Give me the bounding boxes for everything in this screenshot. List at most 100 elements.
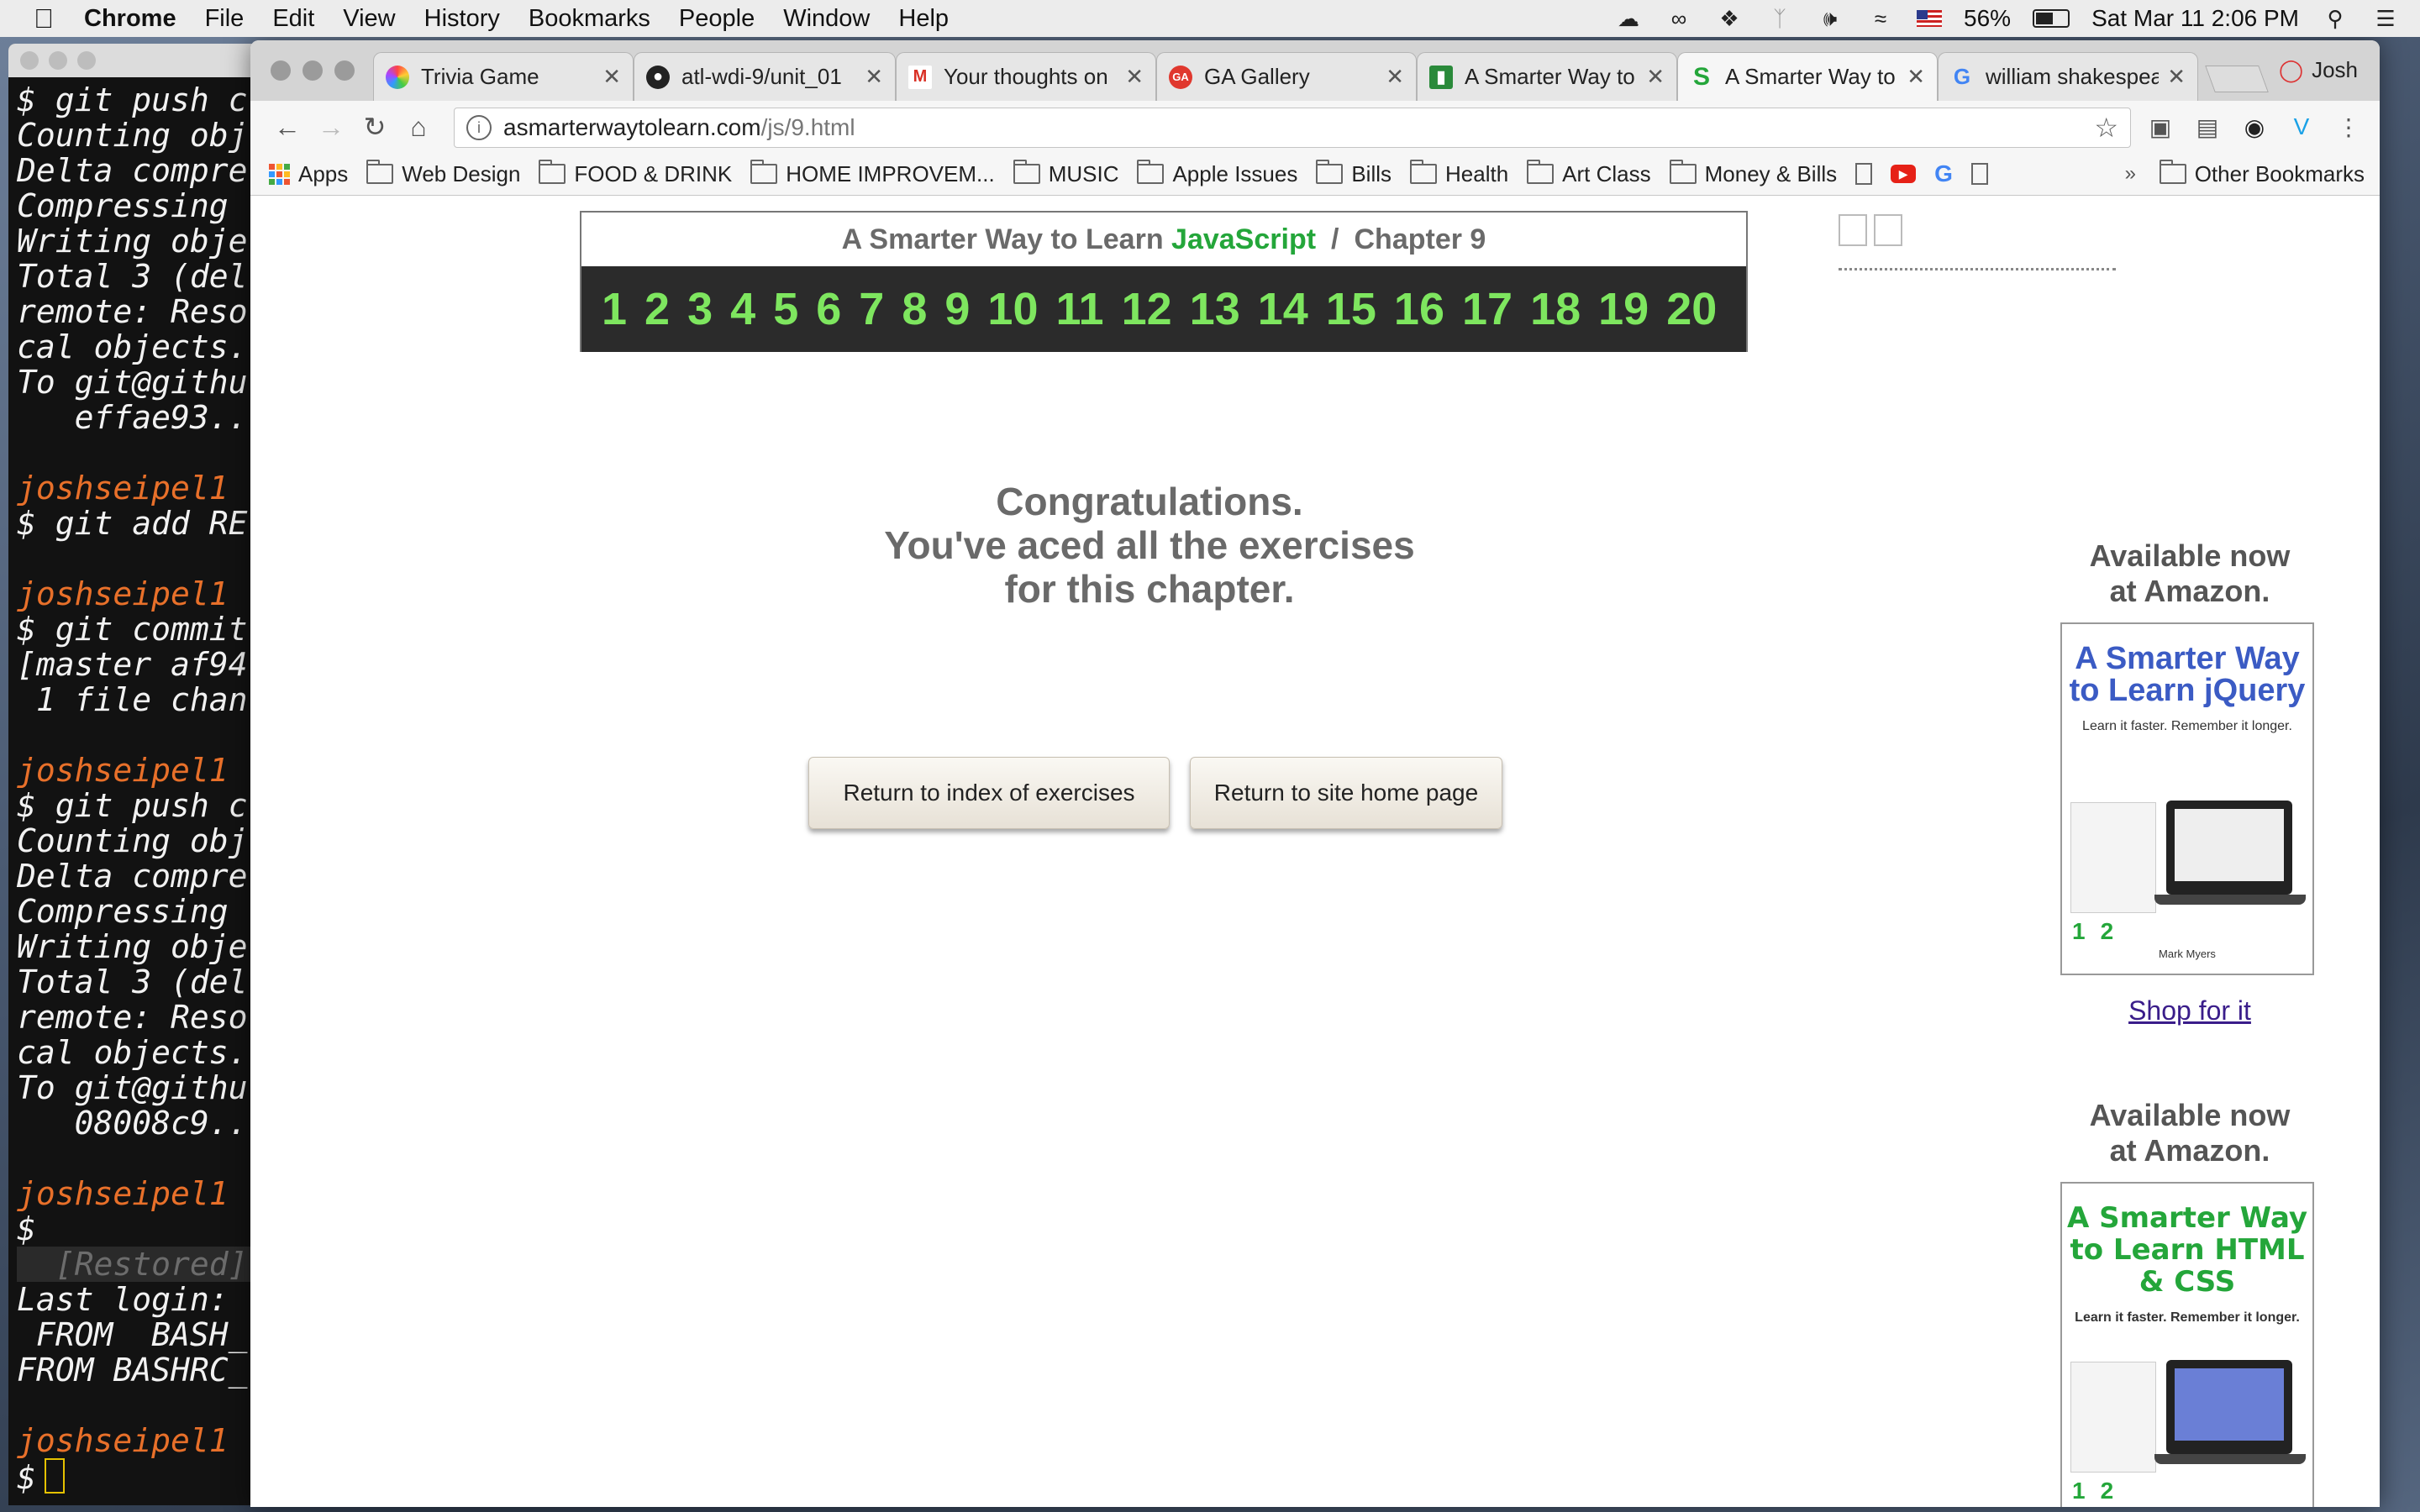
exercise-link-16[interactable]: 16 [1394,283,1444,335]
bookmark-food-drink[interactable]: FOOD & DRINK [539,160,732,187]
zoom-icon[interactable] [334,60,355,81]
spotlight-search-icon[interactable]: ⚲ [2321,8,2349,29]
back-arrow-icon[interactable]: ← [269,108,306,145]
volume-icon[interactable]: 🕪 [1816,8,1844,29]
address-bar[interactable]: i asmarterwaytolearn.com /js/9.html ☆ [454,108,2131,148]
cast-icon[interactable]: ▣ [2144,111,2176,143]
exercise-link-14[interactable]: 14 [1258,283,1308,335]
bluetooth-icon[interactable]: ᛉ [1765,8,1794,29]
minimize-icon[interactable] [49,51,67,70]
bookmark-star-icon[interactable]: ☆ [2094,112,2118,144]
other-bookmarks[interactable]: Other Bookmarks [2159,160,2365,187]
jquery-book-cover[interactable]: A Smarter Way to Learn jQuery Learn it f… [2060,622,2314,975]
bookmark-health[interactable]: Health [1410,160,1508,187]
bookmark-music[interactable]: MUSIC [1013,160,1118,187]
exercise-link-4[interactable]: 4 [730,283,755,335]
exercise-link-18[interactable]: 18 [1530,283,1581,335]
new-tab-button[interactable] [2205,66,2269,92]
bookmark-youtube[interactable]: ▶ [1891,165,1917,183]
exercise-link-17[interactable]: 17 [1462,283,1512,335]
tab-smarter-way-active[interactable]: S A Smarter Way to ✕ [1677,52,1938,101]
ad-heading-line: Available now [2089,1098,2291,1132]
menu-people[interactable]: People [679,5,755,33]
notification-center-icon[interactable]: ☰ [2371,8,2400,29]
colorzilla-icon[interactable]: ◉ [2238,111,2270,143]
exercise-link-3[interactable]: 3 [687,283,713,335]
menu-bookmarks[interactable]: Bookmarks [529,5,650,33]
close-tab-icon[interactable]: ✕ [1125,64,1144,90]
tab-smarter-way-1[interactable]: ▮ A Smarter Way to ✕ [1417,52,1677,101]
creative-cloud-icon[interactable]: ☁ [1614,8,1643,29]
close-tab-icon[interactable]: ✕ [865,64,883,90]
chrome-menu-icon[interactable]: ⋮ [2333,111,2365,143]
bookmark-page-2[interactable] [1970,163,1988,185]
apple-icon[interactable]:  [34,3,60,34]
exercise-link-11[interactable]: 11 [1056,283,1104,335]
congrats-line: Congratulations. [996,480,1303,523]
exercise-link-5[interactable]: 5 [773,283,798,335]
close-icon[interactable] [271,60,291,81]
exercise-link-12[interactable]: 12 [1122,283,1172,335]
close-tab-icon[interactable]: ✕ [1907,64,1925,90]
profile-button[interactable]: ◯ Josh [2279,57,2358,83]
bookmark-web-design[interactable]: Web Design [366,160,520,187]
bookmark-google[interactable]: G [1934,160,1953,187]
exercise-link-1[interactable]: 1 [602,283,627,335]
bookmark-apps[interactable]: Apps [269,161,348,187]
menu-app-name[interactable]: Chrome [84,5,176,33]
exercise-link-15[interactable]: 15 [1326,283,1376,335]
tab-github[interactable]: ● atl-wdi-9/unit_01 ✕ [634,52,896,101]
battery-icon[interactable] [2033,9,2070,28]
dropbox-icon[interactable]: ❖ [1715,8,1744,29]
menu-history[interactable]: History [424,5,500,33]
html-css-book-cover[interactable]: A Smarter Way to Learn HTML & CSS Learn … [2060,1182,2314,1507]
bookmark-money-bills[interactable]: Money & Bills [1669,160,1837,187]
bookmark-art-class[interactable]: Art Class [1527,160,1651,187]
close-tab-icon[interactable]: ✕ [1646,64,1665,90]
tab-gmail[interactable]: M Your thoughts on ✕ [896,52,1156,101]
bookmark-bills[interactable]: Bills [1316,160,1392,187]
bookmark-home-improvement[interactable]: HOME IMPROVEM... [750,160,995,187]
tab-trivia-game[interactable]: Trivia Game ✕ [373,52,634,101]
tab-ga-gallery[interactable]: GA GA Gallery ✕ [1156,52,1417,101]
menu-file[interactable]: File [205,5,245,33]
close-icon[interactable] [20,51,39,70]
menu-window[interactable]: Window [783,5,870,33]
menu-help[interactable]: Help [898,5,949,33]
menu-clock[interactable]: Sat Mar 11 2:06 PM [2091,5,2299,32]
bookmark-apple-issues[interactable]: Apple Issues [1137,160,1297,187]
extension-icon[interactable]: ▤ [2191,111,2223,143]
zoom-icon[interactable] [77,51,96,70]
menu-edit[interactable]: Edit [272,5,314,33]
exercise-link-7[interactable]: 7 [859,283,884,335]
exercise-link-2[interactable]: 2 [644,283,670,335]
menu-view[interactable]: View [343,5,395,33]
close-tab-icon[interactable]: ✕ [602,64,621,90]
forward-arrow-icon[interactable]: → [313,108,350,145]
shop-for-it-link[interactable]: Shop for it [2022,995,2358,1026]
bookmark-page-1[interactable] [1855,163,1873,185]
return-home-button[interactable]: Return to site home page [1190,757,1502,829]
exercise-link-20[interactable]: 20 [1666,283,1717,335]
glasses-icon[interactable]: ∞ [1665,8,1693,29]
us-flag-icon[interactable] [1917,10,1943,27]
close-tab-icon[interactable]: ✕ [1386,64,1404,90]
exercise-link-6[interactable]: 6 [816,283,841,335]
vimeo-extension-icon[interactable]: V [2286,111,2317,143]
exercise-link-19[interactable]: 19 [1598,283,1649,335]
home-icon[interactable]: ⌂ [400,108,437,145]
info-icon[interactable]: i [466,115,492,140]
close-tab-icon[interactable]: ✕ [2167,64,2186,90]
reload-icon[interactable]: ↻ [356,108,393,145]
more-bookmarks-chevron-icon[interactable]: » [2125,162,2136,186]
tab-google-search[interactable]: G william shakespea ✕ [1938,52,2198,101]
return-to-index-button[interactable]: Return to index of exercises [808,757,1170,829]
minimize-icon[interactable] [302,60,323,81]
terminal-prompt-line[interactable]: $ [8,1458,277,1495]
exercise-link-8[interactable]: 8 [902,283,927,335]
exercise-link-9[interactable]: 9 [944,283,970,335]
exercise-link-10[interactable]: 10 [987,283,1038,335]
terminal-window[interactable]: $ git push c Counting obj Delta compre Comp… [8,44,277,1505]
wifi-icon[interactable]: ≈ [1866,8,1895,29]
exercise-link-13[interactable]: 13 [1190,283,1240,335]
